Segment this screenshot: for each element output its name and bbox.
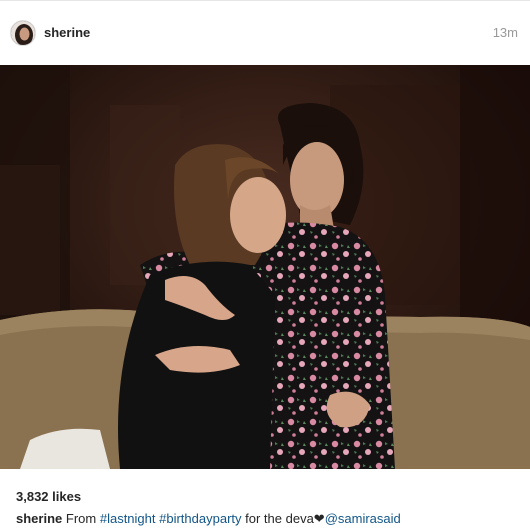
heart-icon: ❤ [313,511,325,526]
hashtag-lastnight[interactable]: #lastnight [100,511,156,526]
avatar[interactable] [10,20,36,46]
photo-image [0,65,530,469]
instagram-post: sherine 13m 3,832 likes sherine From #la… [0,0,530,532]
post-username[interactable]: sherine [44,25,90,40]
avatar-photo [11,21,35,45]
post-timestamp[interactable]: 13m [493,25,518,40]
mention-samirasaid[interactable]: @samirasaid [325,511,401,526]
post-photo[interactable] [0,65,530,469]
hashtag-birthdayparty[interactable]: #birthdayparty [159,511,241,526]
post-caption: sherine From #lastnight #birthdayparty f… [16,511,401,527]
caption-text-after: for the deva [245,511,314,526]
likes-count[interactable]: 3,832 likes [16,489,81,504]
post-header: sherine 13m [0,1,530,65]
caption-author[interactable]: sherine [16,511,62,526]
caption-text-before: From [65,511,97,526]
